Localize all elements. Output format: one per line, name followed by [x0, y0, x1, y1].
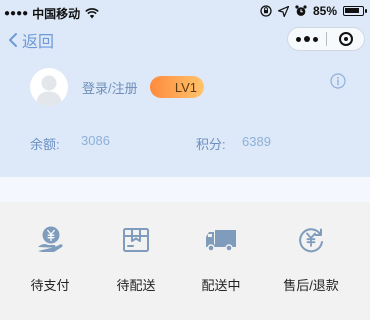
divider-strip — [0, 177, 370, 202]
order-label: 配送中 — [201, 278, 241, 293]
alarm-icon — [295, 5, 307, 16]
points-value[interactable]: 6389 — [242, 134, 271, 149]
points-label: 积分: — [196, 137, 226, 152]
delivery-truck-icon — [205, 225, 237, 255]
order-label: 待支付 — [30, 278, 70, 293]
order-awaiting-delivery[interactable]: 待配送 — [96, 225, 176, 294]
close-program-button[interactable] — [327, 32, 364, 46]
more-menu-button[interactable] — [288, 36, 326, 42]
carrier-info: ●●●● 中国移动 — [4, 5, 99, 22]
status-bar: ●●●● 中国移动 85% — [0, 0, 370, 24]
balance-label: 余额: — [30, 137, 60, 152]
order-in-delivery[interactable]: 配送中 — [181, 225, 261, 294]
yuan-hand-icon — [34, 225, 66, 255]
status-right: 85% — [260, 4, 367, 18]
carrier-name: 中国移动 — [32, 7, 81, 21]
dot-icon — [313, 36, 318, 42]
order-label: 售后/退款 — [283, 278, 339, 293]
mini-program-capsule — [287, 27, 365, 51]
order-after-sales-refund[interactable]: 售后/退款 — [271, 225, 351, 294]
back-button[interactable]: 返回 — [8, 28, 54, 52]
order-pending-payment[interactable]: 待支付 — [10, 225, 90, 294]
package-box-icon — [120, 225, 152, 255]
level-badge: LV1 — [150, 76, 204, 98]
user-silhouette-icon — [36, 75, 62, 106]
avatar[interactable] — [30, 68, 68, 106]
rotation-lock-icon — [260, 5, 272, 17]
battery-level — [345, 8, 359, 13]
signal-icon: ●●●● — [4, 8, 29, 19]
wifi-icon — [85, 8, 99, 19]
battery-icon — [343, 6, 367, 16]
login-register-link[interactable]: 登录/注册 — [82, 78, 138, 97]
info-icon[interactable] — [330, 73, 346, 89]
order-label: 待配送 — [116, 278, 156, 293]
location-arrow-icon — [277, 5, 289, 17]
target-circle-icon — [338, 32, 353, 46]
dot-icon — [296, 36, 301, 42]
chevron-left-icon — [9, 33, 17, 47]
yuan-refund-icon — [295, 225, 327, 255]
dot-icon — [304, 36, 310, 42]
balance-value[interactable]: 3086 — [81, 133, 110, 148]
back-label: 返回 — [22, 34, 55, 51]
battery-percent: 85% — [312, 4, 337, 18]
